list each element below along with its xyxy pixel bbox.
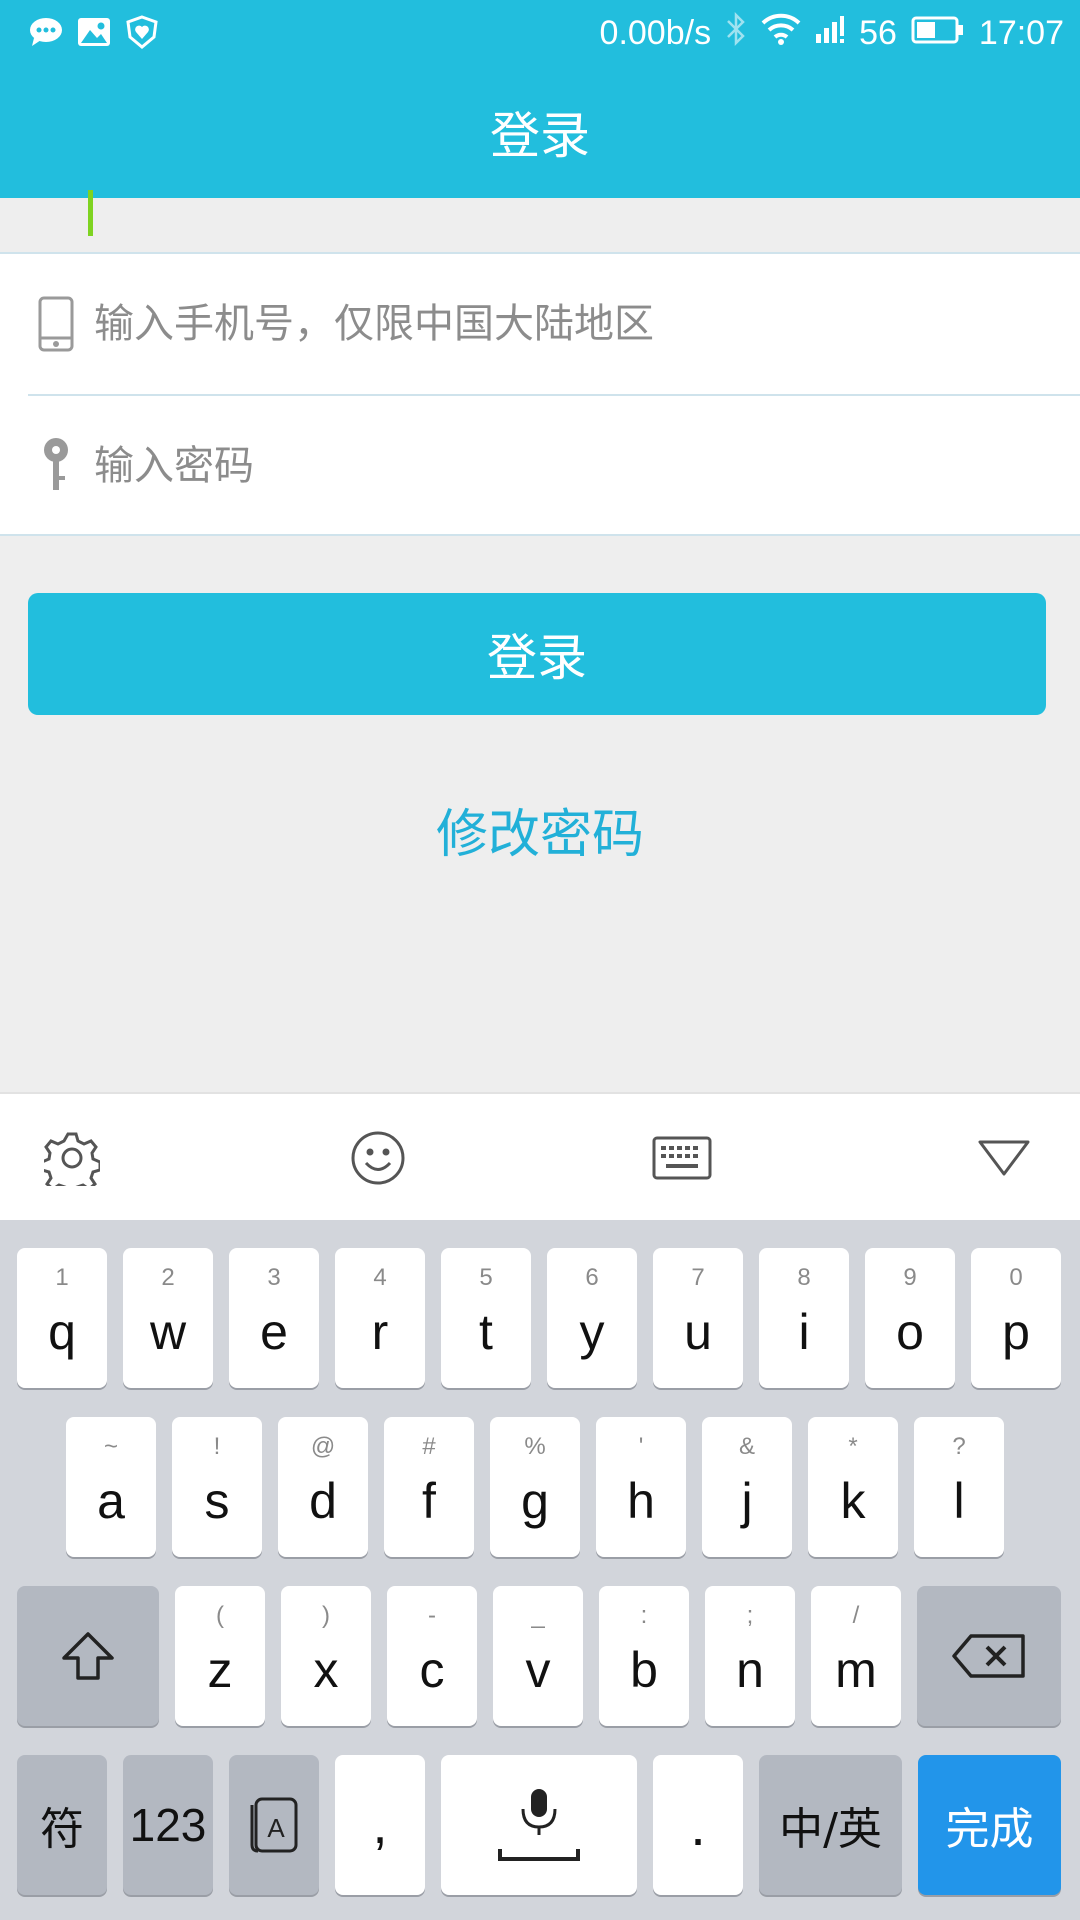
key-x[interactable]: ) x xyxy=(281,1586,371,1726)
symbols-key[interactable]: 符 xyxy=(17,1755,107,1895)
svg-text:A: A xyxy=(267,1813,285,1843)
key-b[interactable]: :b xyxy=(599,1586,689,1726)
password-input[interactable] xyxy=(94,443,1044,489)
clock: 17:07 xyxy=(978,13,1064,52)
comma-key[interactable]: , xyxy=(335,1755,425,1895)
key-icon xyxy=(24,431,88,501)
smiley-icon[interactable] xyxy=(342,1122,414,1194)
numbers-key[interactable]: 123 xyxy=(123,1755,213,1895)
key-q[interactable]: 1q xyxy=(17,1248,107,1388)
space-key[interactable] xyxy=(441,1755,637,1895)
key-y[interactable]: 6y xyxy=(547,1248,637,1388)
signal-group: 56 xyxy=(815,14,897,53)
key-p[interactable]: 0p xyxy=(971,1248,1061,1388)
language-switch-key[interactable]: 中/英 xyxy=(759,1755,902,1895)
key-d[interactable]: @ d xyxy=(278,1417,368,1557)
key-l[interactable]: ? l xyxy=(914,1417,1004,1557)
backspace-icon xyxy=(952,1634,1025,1678)
key-t[interactable]: 5t xyxy=(441,1248,531,1388)
shift-key[interactable] xyxy=(17,1586,159,1726)
login-button[interactable]: 登录 xyxy=(28,593,1046,715)
shield-heart-icon xyxy=(122,10,162,54)
title-bar: 登录 xyxy=(0,66,1080,198)
signal-label: 56 xyxy=(859,13,897,52)
key-o[interactable]: 9o xyxy=(865,1248,955,1388)
font-a-icon: A xyxy=(250,1797,298,1853)
key-r[interactable]: 4r xyxy=(335,1248,425,1388)
key-z[interactable]: (z xyxy=(175,1586,265,1726)
gear-icon[interactable] xyxy=(36,1122,108,1194)
period-key[interactable]: . xyxy=(653,1755,743,1895)
keyboard-icon[interactable] xyxy=(646,1122,718,1194)
collapse-triangle-icon[interactable] xyxy=(968,1122,1040,1194)
phone-input[interactable] xyxy=(94,301,1044,347)
net-speed: 0.00b/s xyxy=(599,13,712,52)
password-row xyxy=(0,396,1080,536)
key-e[interactable]: 3e xyxy=(229,1248,319,1388)
key-w[interactable]: 2w xyxy=(123,1248,213,1388)
wifi-icon xyxy=(761,13,801,54)
bluetooth-icon xyxy=(725,11,747,56)
signal-icon xyxy=(815,14,851,53)
microphone-icon xyxy=(498,1789,580,1861)
phone-row xyxy=(0,254,1080,394)
key-u[interactable]: 7u xyxy=(653,1248,743,1388)
key-m[interactable]: / m xyxy=(811,1586,901,1726)
done-key[interactable]: 完成 xyxy=(918,1755,1061,1895)
chat-bubble-icon xyxy=(26,10,66,54)
key-g[interactable]: % g xyxy=(490,1417,580,1557)
key-f[interactable]: # f xyxy=(384,1417,474,1557)
status-bar: 0.00b/s 56 17:07 xyxy=(0,0,1080,66)
keyboard-toolbar xyxy=(0,1092,1080,1220)
handwriting-key[interactable]: A xyxy=(229,1755,319,1895)
key-k[interactable]: * k xyxy=(808,1417,898,1557)
key-h[interactable]: ' h xyxy=(596,1417,686,1557)
image-icon xyxy=(74,10,114,54)
phone-icon xyxy=(24,289,88,359)
key-c[interactable]: -c xyxy=(387,1586,477,1726)
shift-arrow-icon xyxy=(62,1632,114,1680)
text-cursor xyxy=(88,190,93,236)
change-password-link[interactable]: 修改密码 xyxy=(0,792,1080,867)
key-n[interactable]: ; n xyxy=(705,1586,795,1726)
key-j[interactable]: & j xyxy=(702,1417,792,1557)
key-v[interactable]: _ v xyxy=(493,1586,583,1726)
status-right: 0.00b/s 56 17:07 xyxy=(600,0,1064,66)
backspace-key[interactable] xyxy=(917,1586,1061,1726)
key-s[interactable]: ! s xyxy=(172,1417,262,1557)
key-i[interactable]: 8i xyxy=(759,1248,849,1388)
page-title: 登录 xyxy=(490,107,590,165)
battery-icon xyxy=(911,14,965,53)
login-form xyxy=(0,252,1080,536)
keyboard: 1q 2w 3e 4r 5t 6y 7u 8i 9o 0p ~ a ! s @ d #… xyxy=(0,1220,1080,1920)
key-a[interactable]: ~ a xyxy=(66,1417,156,1557)
